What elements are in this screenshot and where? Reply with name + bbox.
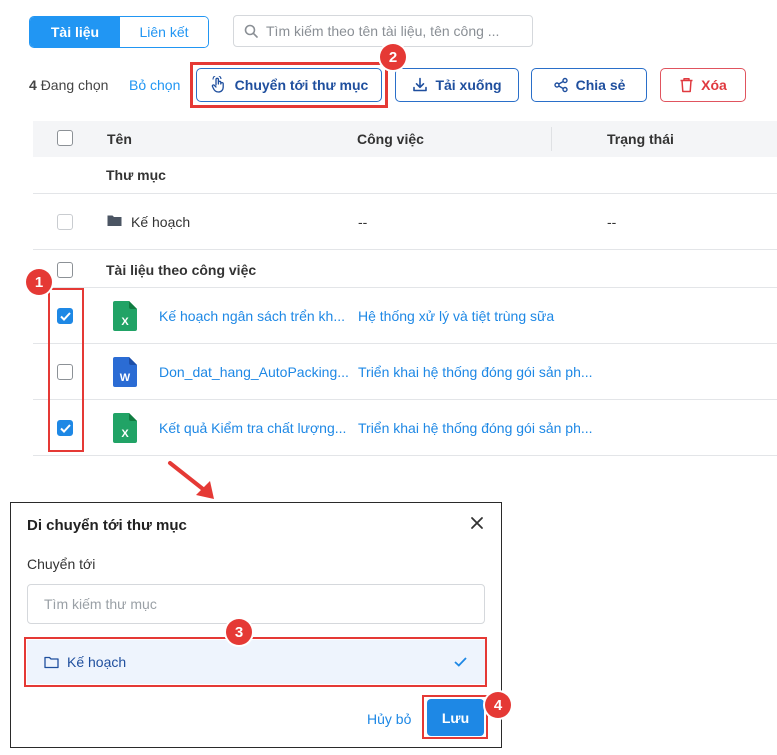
check-icon bbox=[454, 657, 467, 667]
selection-count: 4 Đang chọn bbox=[29, 77, 108, 93]
save-button[interactable]: Lưu bbox=[427, 699, 484, 736]
search-icon bbox=[244, 24, 258, 38]
column-header-status: Trạng thái bbox=[607, 131, 674, 147]
cancel-button[interactable]: Hủy bỏ bbox=[367, 711, 411, 727]
selection-count-number: 4 bbox=[29, 77, 37, 93]
folder-row-checkbox[interactable] bbox=[57, 214, 73, 230]
arrow-pointer-icon bbox=[168, 461, 214, 499]
folder-row-status: -- bbox=[607, 214, 617, 230]
folder-row-name[interactable]: Kế hoạch bbox=[131, 214, 190, 230]
row-divider bbox=[33, 343, 777, 344]
checkmark-icon bbox=[59, 311, 71, 321]
download-label: Tải xuống bbox=[435, 77, 502, 93]
folder-icon bbox=[107, 215, 122, 226]
doc-row-name[interactable]: Kết quả Kiểm tra chất lượng... bbox=[159, 420, 357, 436]
excel-file-icon: X bbox=[113, 413, 137, 443]
move-to-folder-label: Chuyển tới thư mục bbox=[234, 77, 369, 93]
doc-group-label: Tài liệu theo công việc bbox=[106, 262, 257, 278]
doc-row-checkbox[interactable] bbox=[57, 420, 73, 436]
doc-row-task[interactable]: Triển khai hệ thống đóng gói sản ph... bbox=[358, 364, 618, 380]
selection-count-label: Đang chọn bbox=[40, 77, 109, 93]
row-divider bbox=[33, 287, 777, 288]
doc-row-checkbox[interactable] bbox=[57, 364, 73, 380]
hand-pointer-icon bbox=[211, 76, 224, 93]
word-file-letter: W bbox=[120, 372, 131, 384]
row-divider bbox=[33, 193, 777, 194]
folder-outline-icon bbox=[44, 656, 59, 668]
delete-button[interactable]: Xóa bbox=[660, 68, 746, 102]
share-label: Chia sẻ bbox=[575, 77, 626, 93]
select-all-checkbox[interactable] bbox=[57, 130, 73, 146]
share-icon bbox=[553, 77, 568, 93]
column-divider bbox=[551, 127, 552, 151]
step-badge-1: 1 bbox=[26, 269, 52, 295]
trash-icon bbox=[680, 78, 693, 93]
deselect-link[interactable]: Bỏ chọn bbox=[129, 77, 180, 93]
row-divider bbox=[33, 249, 777, 250]
folder-option-label: Kế hoạch bbox=[67, 654, 127, 670]
download-icon bbox=[413, 77, 428, 92]
row-divider bbox=[33, 455, 777, 456]
doc-row-checkbox[interactable] bbox=[57, 308, 73, 324]
step-badge-3: 3 bbox=[226, 619, 252, 645]
delete-label: Xóa bbox=[701, 77, 727, 93]
doc-group-checkbox[interactable] bbox=[57, 262, 73, 278]
step-badge-2: 2 bbox=[380, 44, 406, 70]
step-badge-4: 4 bbox=[485, 692, 511, 718]
excel-file-icon: X bbox=[113, 301, 137, 331]
download-button[interactable]: Tải xuống bbox=[395, 68, 519, 102]
checkmark-icon bbox=[59, 423, 71, 433]
search-input[interactable]: Tìm kiếm theo tên tài liệu, tên công ... bbox=[233, 15, 533, 47]
move-to-folder-button[interactable]: Chuyển tới thư mục bbox=[196, 68, 382, 102]
tab-group: Tài liệu Liên kết bbox=[29, 16, 209, 48]
doc-row-task[interactable]: Hệ thống xử lý và tiệt trùng sữa bbox=[358, 308, 618, 324]
folder-search-input[interactable]: Tìm kiếm thư mục bbox=[27, 584, 485, 624]
doc-row-task[interactable]: Triển khai hệ thống đóng gói sản ph... bbox=[358, 420, 618, 436]
excel-file-letter: X bbox=[121, 428, 129, 440]
dialog-title: Di chuyển tới thư mục bbox=[27, 517, 187, 534]
word-file-icon: W bbox=[113, 357, 137, 387]
folder-search-placeholder: Tìm kiếm thư mục bbox=[44, 596, 157, 612]
folder-row-task: -- bbox=[358, 214, 368, 230]
tab-documents[interactable]: Tài liệu bbox=[30, 17, 120, 47]
column-header-task: Công việc bbox=[357, 131, 424, 147]
folder-option[interactable]: Kế hoạch bbox=[27, 640, 485, 684]
row-divider bbox=[33, 399, 777, 400]
excel-file-letter: X bbox=[121, 316, 129, 328]
folder-group-label: Thư mục bbox=[106, 167, 166, 183]
share-button[interactable]: Chia sẻ bbox=[531, 68, 647, 102]
doc-row-name[interactable]: Kế hoạch ngân sách trển kh... bbox=[159, 308, 357, 324]
column-header-name: Tên bbox=[107, 131, 132, 147]
close-icon[interactable] bbox=[470, 514, 484, 535]
tab-links[interactable]: Liên kết bbox=[120, 17, 208, 47]
doc-row-name[interactable]: Don_dat_hang_AutoPacking... bbox=[159, 364, 357, 380]
destination-label: Chuyển tới bbox=[27, 556, 96, 572]
search-placeholder: Tìm kiếm theo tên tài liệu, tên công ... bbox=[266, 23, 500, 39]
